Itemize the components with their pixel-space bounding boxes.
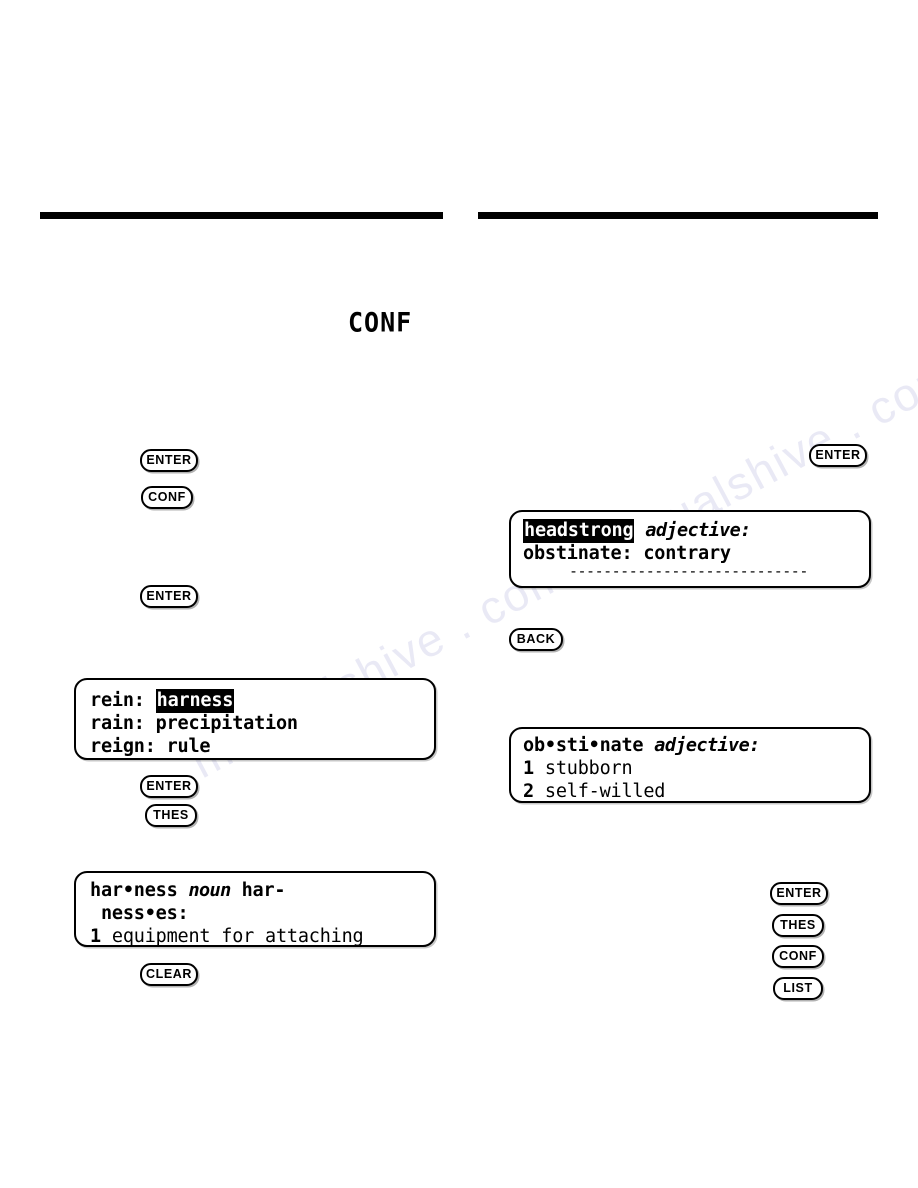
screen-thesaurus-list: headstrong adjective: obstinate: contrar… (509, 510, 871, 588)
enter-key-3[interactable]: ENTER (140, 775, 198, 798)
clear-key-1[interactable]: CLEAR (140, 963, 198, 986)
enter-key-4[interactable]: ENTER (809, 444, 867, 467)
screen-confusables: rein: harness rain: precipitation reign:… (74, 678, 436, 760)
screen-confusables-content: rein: harness rain: precipitation reign:… (90, 689, 426, 758)
thesaurus-entry-line-1: ob•sti•nate adjective: (523, 734, 861, 757)
screen-thesaurus-entry-content: ob•sti•nate adjective: 1 stubborn 2 self… (523, 734, 861, 802)
confusables-line-1-prefix: rein: (90, 690, 156, 711)
right-column-rule (478, 212, 878, 219)
back-key-1[interactable]: BACK (509, 628, 563, 651)
conf-indicator-label: CONF (348, 306, 413, 339)
thesaurus-list-line-1: headstrong adjective: (523, 519, 861, 543)
thesaurus-list-highlight: headstrong (523, 519, 635, 543)
confusables-line-3: reign: rule (90, 736, 211, 757)
definition-headword: har•ness (90, 880, 178, 901)
thesaurus-entry-sense-2-number: 2 (523, 781, 534, 802)
enter-key-2[interactable]: ENTER (140, 585, 198, 608)
left-column-rule (40, 212, 443, 219)
conf-key-2[interactable]: CONF (772, 945, 824, 968)
thesaurus-list-part-of-speech: adjective: (645, 520, 751, 541)
definition-sense-text: equipment for attaching (100, 926, 364, 947)
definition-line-2: ness•es: (90, 903, 189, 924)
thesaurus-entry-sense-2-text: self-willed (533, 781, 666, 802)
thesaurus-entry-line-2: 1 stubborn (523, 757, 861, 780)
definition-line-1-tail: har- (230, 880, 286, 901)
definition-line-1: har•ness noun har- (90, 879, 426, 902)
thesaurus-list-underline: ---------------------------- (569, 562, 808, 580)
enter-key-1[interactable]: ENTER (140, 449, 198, 472)
conf-key-1[interactable]: CONF (141, 486, 193, 509)
thesaurus-entry-part-of-speech: adjective: (654, 735, 760, 756)
screen-thesaurus-list-content: headstrong adjective: obstinate: contrar… (523, 519, 861, 580)
confusables-line-2: rain: precipitation (90, 713, 298, 734)
thesaurus-entry-sense-1-text: stubborn (533, 758, 633, 779)
thes-key-2[interactable]: THES (772, 914, 824, 937)
definition-line-3: 1 equipment for attaching (90, 925, 426, 947)
thes-key-1[interactable]: THES (145, 804, 197, 827)
list-key-1[interactable]: LIST (773, 977, 823, 1000)
thesaurus-entry-line-3: 2 self-willed (523, 780, 861, 802)
enter-key-5[interactable]: ENTER (770, 882, 828, 905)
screen-definition: har•ness noun har- ness•es: 1 equipment … (74, 871, 436, 947)
definition-sense-number: 1 (90, 926, 101, 947)
screen-definition-content: har•ness noun har- ness•es: 1 equipment … (90, 879, 426, 947)
screen-thesaurus-entry: ob•sti•nate adjective: 1 stubborn 2 self… (509, 727, 871, 803)
thesaurus-entry-headword: ob•sti•nate (523, 735, 644, 756)
confusables-line-1: rein: harness (90, 689, 426, 713)
thesaurus-entry-sense-1-number: 1 (523, 758, 534, 779)
confusables-line-1-highlight: harness (155, 689, 235, 713)
manual-page: manualshive . com manualshive . com CONF… (0, 0, 918, 1188)
definition-part-of-speech: noun (188, 880, 231, 901)
